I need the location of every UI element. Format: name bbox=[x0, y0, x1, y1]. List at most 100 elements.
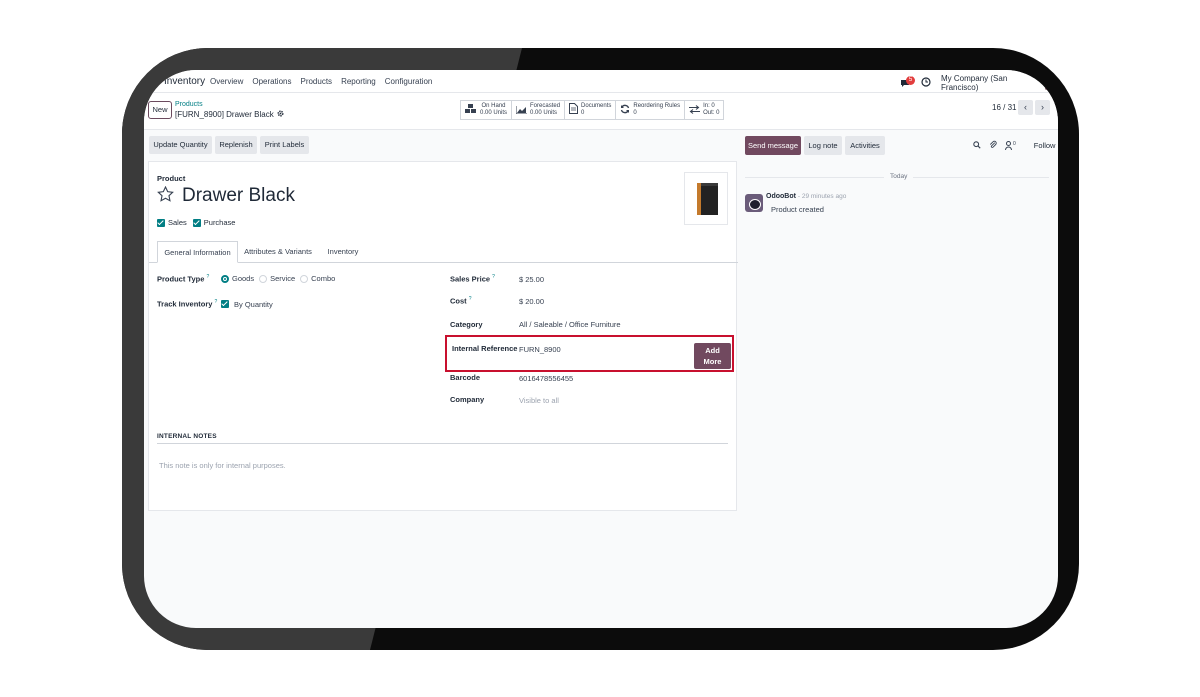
update-quantity-button[interactable]: Update Quantity bbox=[149, 136, 212, 154]
smart-button-on-hand[interactable]: On Hand 0.00 Units bbox=[461, 101, 513, 119]
add-more-button[interactable]: Add More bbox=[694, 343, 731, 369]
purchase-checkbox[interactable] bbox=[192, 218, 201, 227]
on-hand-value: 0.00 Units bbox=[480, 110, 508, 116]
menu-overview[interactable]: Overview bbox=[210, 77, 243, 86]
followers-icon[interactable]: 0 bbox=[1005, 141, 1016, 150]
control-panel: New Products [FURN_8900] Drawer Black On… bbox=[144, 93, 1058, 130]
documents-label: Documents bbox=[581, 103, 612, 109]
track-inventory-label: Track Inventory ? bbox=[157, 299, 217, 309]
chatter-topbar-icons: 0 Follow bbox=[973, 140, 1055, 151]
send-message-button[interactable]: Send message bbox=[745, 136, 801, 155]
form-sheet: Product Drawer Black Sales Purchase Gene… bbox=[148, 161, 738, 511]
help-icon[interactable]: ? bbox=[469, 296, 472, 302]
product-type-label-text: Product Type bbox=[157, 274, 205, 284]
help-icon[interactable]: ? bbox=[215, 299, 218, 305]
barcode-field[interactable]: 6016478556455 bbox=[519, 374, 573, 383]
replenish-button[interactable]: Replenish bbox=[215, 136, 257, 154]
smart-button-forecasted[interactable]: Forecasted 0.00 Units bbox=[512, 101, 566, 119]
internal-reference-field[interactable]: FURN_8900 bbox=[519, 345, 561, 354]
message-header: OdooBot - 29 minutes ago bbox=[766, 193, 846, 200]
menu-configuration[interactable]: Configuration bbox=[385, 77, 433, 86]
search-icon[interactable] bbox=[973, 140, 981, 151]
smart-button-reordering-rules[interactable]: Reordering Rules 0 bbox=[616, 101, 686, 119]
sale-purchase-options: Sales Purchase bbox=[157, 218, 235, 227]
pager-value[interactable]: 16 / 31 bbox=[992, 103, 1016, 112]
pager-next-button[interactable]: › bbox=[1035, 100, 1050, 115]
out-label: Out: 0 bbox=[703, 110, 720, 116]
odoobot-avatar[interactable] bbox=[745, 194, 763, 212]
reordering-rules-value: 0 bbox=[633, 110, 637, 116]
systray: 5 My Company (San Francisco) bbox=[900, 74, 1058, 92]
cost-label: Cost ? bbox=[450, 296, 472, 306]
star-icon[interactable] bbox=[157, 185, 174, 207]
messaging-icon[interactable]: 5 bbox=[900, 76, 915, 89]
company-label: Company bbox=[450, 395, 485, 404]
sales-checkbox[interactable] bbox=[157, 218, 165, 227]
company-field[interactable]: Visible to all bbox=[519, 396, 559, 405]
main-menu: Overview Operations Products Reporting C… bbox=[210, 77, 432, 86]
date-separator: Today bbox=[884, 173, 914, 180]
message-time: - 29 minutes ago bbox=[797, 193, 847, 200]
message-body: Product created bbox=[771, 205, 824, 214]
app-name[interactable]: Inventory bbox=[164, 76, 205, 87]
tab-attributes-variants[interactable]: Attributes & Variants bbox=[240, 241, 316, 263]
log-note-button[interactable]: Log note bbox=[804, 136, 842, 155]
smart-button-in-out[interactable]: In: 0 Out: 0 bbox=[685, 101, 723, 119]
radio-combo[interactable] bbox=[300, 274, 309, 283]
sales-label: Sales bbox=[168, 218, 187, 227]
cost-field[interactable]: $ 20.00 bbox=[519, 297, 544, 306]
tab-inventory[interactable]: Inventory bbox=[319, 241, 367, 263]
pager-previous-button[interactable]: ‹ bbox=[1018, 100, 1033, 115]
smart-button-documents[interactable]: Documents 0 bbox=[565, 101, 617, 119]
chevron-left-icon: ‹ bbox=[1024, 102, 1027, 112]
activities-button[interactable]: Activities bbox=[845, 136, 885, 155]
paperclip-icon[interactable] bbox=[989, 140, 997, 151]
help-icon[interactable]: ? bbox=[206, 274, 209, 280]
menu-operations[interactable]: Operations bbox=[252, 77, 291, 86]
print-labels-button[interactable]: Print Labels bbox=[260, 136, 309, 154]
internal-notes-field[interactable]: This note is only for internal purposes. bbox=[159, 461, 286, 470]
help-icon[interactable]: ? bbox=[492, 274, 495, 280]
message-author[interactable]: OdooBot bbox=[766, 193, 796, 200]
sales-price-field[interactable]: $ 25.00 bbox=[519, 275, 544, 284]
forecasted-label: Forecasted bbox=[530, 103, 561, 109]
sales-price-label: Sales Price ? bbox=[450, 274, 495, 284]
track-inventory-label-text: Track Inventory bbox=[157, 299, 213, 309]
menu-products[interactable]: Products bbox=[300, 77, 332, 86]
radio-service-label: Service bbox=[270, 274, 296, 283]
menu-reporting[interactable]: Reporting bbox=[341, 77, 376, 86]
radio-service[interactable] bbox=[259, 274, 268, 283]
product-type-radio: Goods Service Combo bbox=[221, 274, 335, 283]
documents-value: 0 bbox=[581, 110, 585, 116]
radio-goods-label: Goods bbox=[232, 274, 255, 283]
user-avatar[interactable] bbox=[1045, 76, 1058, 90]
internal-reference-label: Internal Reference bbox=[452, 344, 518, 353]
tab-general-information[interactable]: General Information bbox=[157, 241, 238, 263]
add-more-line1: Add bbox=[705, 346, 720, 355]
product-type-label: Product Type ? bbox=[157, 274, 209, 284]
track-inventory-checkbox[interactable] bbox=[221, 300, 229, 308]
product-image[interactable] bbox=[684, 172, 728, 225]
company-switcher[interactable]: My Company (San Francisco) bbox=[941, 74, 1038, 92]
followers-count: 0 bbox=[1013, 141, 1016, 147]
new-button[interactable]: New bbox=[148, 101, 172, 119]
activity-clock-icon[interactable] bbox=[921, 77, 931, 89]
radio-goods[interactable] bbox=[221, 274, 229, 283]
messaging-badge: 5 bbox=[906, 76, 915, 85]
breadcrumb-parent[interactable]: Products bbox=[175, 101, 203, 108]
notes-divider bbox=[157, 443, 728, 444]
cubes-icon bbox=[465, 101, 477, 119]
radio-combo-label: Combo bbox=[311, 274, 336, 283]
top-navbar: Inventory Overview Operations Products R… bbox=[144, 70, 1058, 93]
in-label: In: 0 bbox=[703, 103, 715, 109]
product-label: Product bbox=[157, 174, 186, 183]
track-inventory-mode[interactable]: By Quantity bbox=[234, 300, 273, 309]
gear-icon[interactable] bbox=[277, 110, 284, 119]
follow-button[interactable]: Follow bbox=[1034, 141, 1056, 150]
product-name-field[interactable]: Drawer Black bbox=[182, 185, 295, 207]
form-tabs: General Information Attributes & Variant… bbox=[149, 240, 738, 263]
category-field[interactable]: All / Saleable / Office Furniture bbox=[519, 320, 621, 329]
refresh-icon bbox=[620, 101, 630, 119]
smart-buttons: On Hand 0.00 Units Forecasted 0.00 Units D… bbox=[460, 100, 725, 120]
area-chart-icon bbox=[515, 101, 528, 119]
